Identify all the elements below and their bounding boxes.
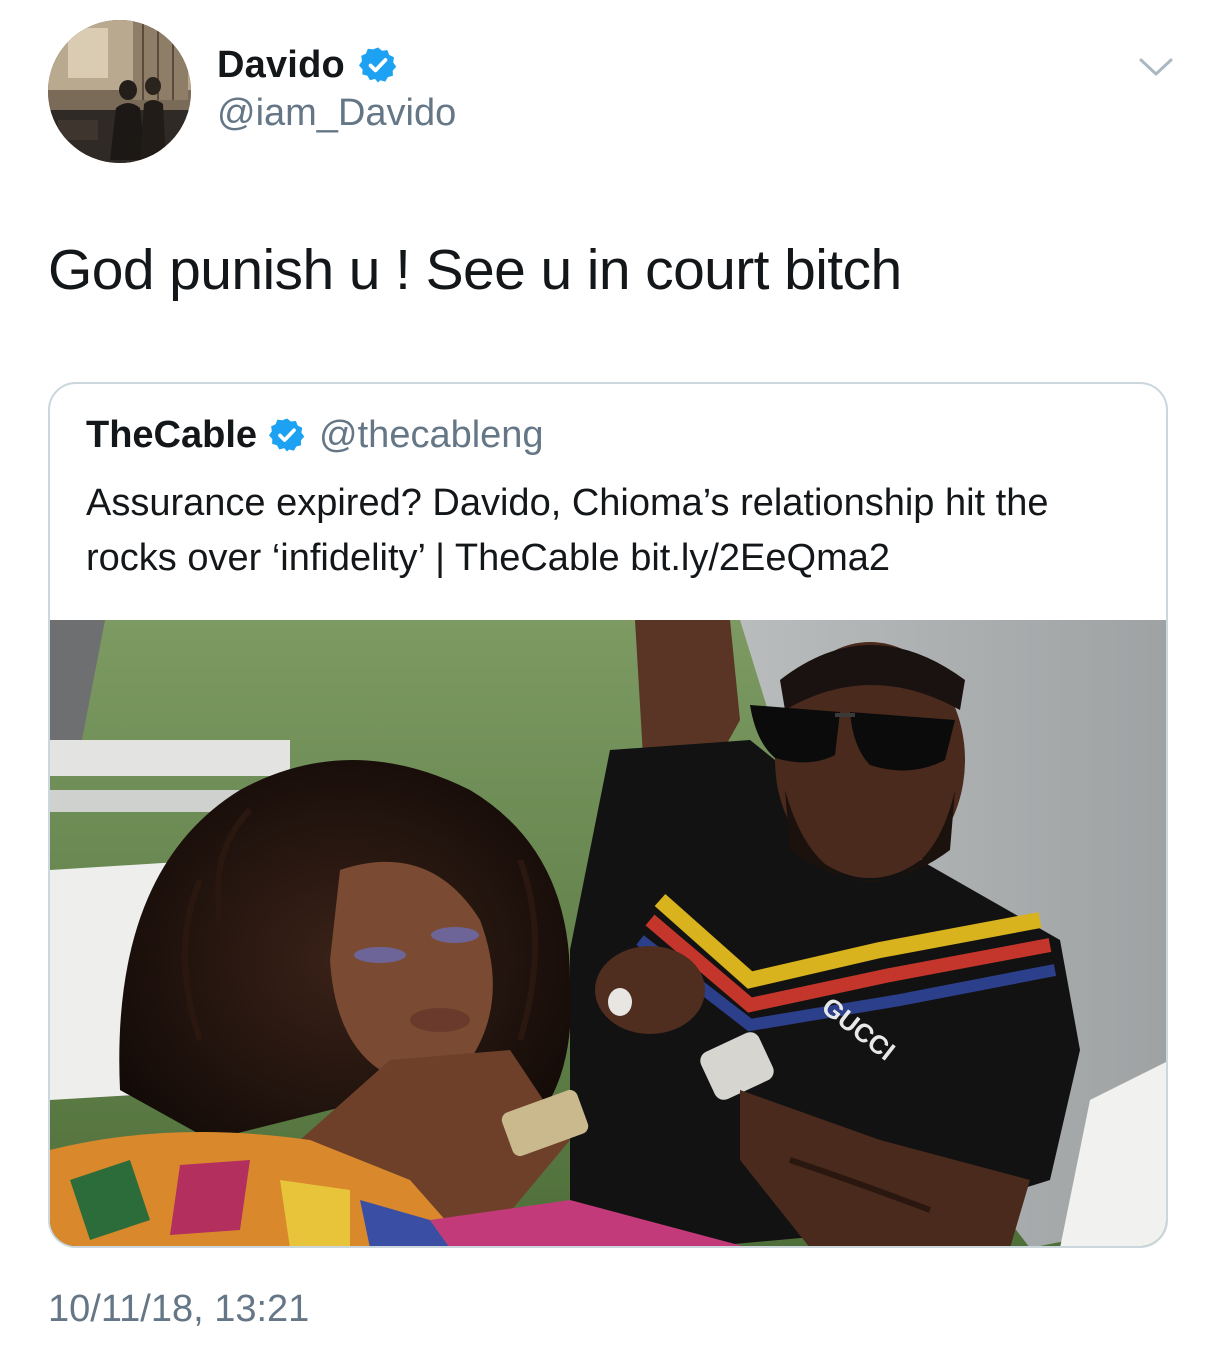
- verified-badge-icon: [358, 47, 397, 83]
- quoted-tweet-text: Assurance expired? Davido, Chioma’s rela…: [86, 482, 1049, 579]
- quoted-tweet-header: TheCable @thecableng: [86, 410, 544, 460]
- tweet-header: Davido @iam_Davido: [0, 0, 1229, 200]
- tweet-text: God punish u ! See u in court bitch: [48, 238, 902, 302]
- quoted-tweet-card[interactable]: TheCable @thecableng Assurance expired? …: [48, 382, 1168, 1248]
- author-handle[interactable]: @iam_Davido: [217, 92, 456, 135]
- photo-couple-lounging: GUCCI: [50, 620, 1166, 1246]
- author-name-row[interactable]: Davido: [217, 40, 397, 90]
- quoted-tweet-photo[interactable]: GUCCI: [50, 620, 1166, 1246]
- author-display-name[interactable]: Davido: [217, 44, 345, 87]
- verified-badge-icon: [269, 418, 305, 452]
- avatar[interactable]: [48, 20, 191, 163]
- quoted-author-name[interactable]: TheCable: [86, 414, 257, 457]
- avatar-photo: [48, 20, 191, 163]
- chevron-down-icon[interactable]: [1138, 55, 1174, 79]
- quoted-author-handle[interactable]: @thecableng: [319, 414, 544, 457]
- tweet-timestamp[interactable]: 10/11/18, 13:21: [48, 1288, 309, 1331]
